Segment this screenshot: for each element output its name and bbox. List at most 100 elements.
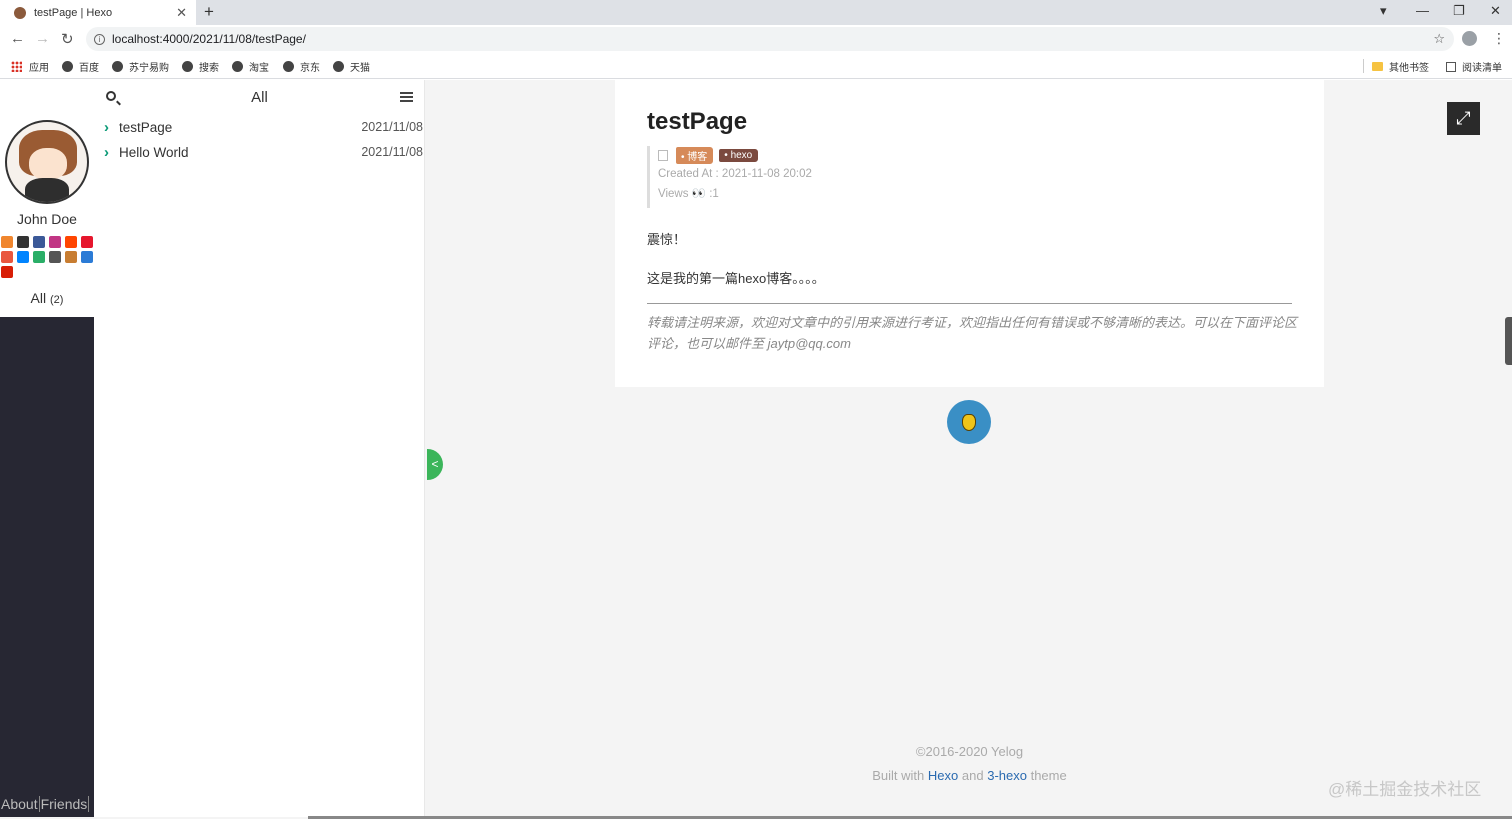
bookmark-label: 应用 — [29, 63, 49, 74]
social-icon[interactable] — [17, 236, 29, 248]
social-icon[interactable] — [1, 266, 13, 278]
watermark: @稀土掘金技术社区 — [1328, 780, 1482, 799]
chevron-right-icon: › — [104, 144, 109, 161]
tab-search-icon[interactable]: ▾ — [1380, 3, 1387, 19]
article-paragraph: 这是我的第一篇hexo博客。。。。 — [647, 271, 825, 286]
globe-icon — [283, 61, 294, 72]
social-icon[interactable] — [49, 236, 61, 248]
tag-icon — [658, 149, 668, 161]
post-date: 2021/11/08 — [361, 120, 423, 134]
author-name: John Doe — [17, 211, 77, 227]
views-line: Views 👀 :1 — [658, 184, 812, 204]
bookmark-suning[interactable]: 苏宁易购 — [112, 59, 169, 74]
tag-blog[interactable]: • 博客 — [676, 146, 714, 164]
social-icon[interactable] — [65, 236, 77, 248]
bookmark-label: 京东 — [300, 63, 320, 74]
toggle-panel-button[interactable]: < — [427, 449, 443, 480]
other-bookmarks-label: 其他书签 — [1389, 63, 1429, 74]
social-icon[interactable] — [17, 251, 29, 263]
social-icon[interactable] — [1, 236, 13, 248]
footer-copyright: ©2016-2020 Yelog — [915, 744, 1024, 759]
bookmark-taobao[interactable]: 淘宝 — [232, 59, 269, 74]
social-icon[interactable] — [81, 236, 93, 248]
social-icon[interactable] — [65, 251, 77, 263]
globe-icon — [182, 61, 193, 72]
eyes-icon: 👀 — [691, 188, 706, 200]
article-paragraph: 震惊！ — [647, 232, 687, 247]
post-list-item[interactable]: › testPage 2021/11/08 — [94, 119, 425, 139]
bookmark-jd[interactable]: 京东 — [283, 59, 320, 74]
bookmark-label: 苏宁易购 — [129, 63, 169, 74]
left-sidebar: John Doe All (2) About Friends — [0, 80, 94, 817]
restore-icon[interactable]: ❐ — [1453, 3, 1465, 19]
friends-link[interactable]: Friends — [40, 796, 90, 812]
social-links — [0, 236, 94, 278]
avatar[interactable] — [5, 120, 89, 204]
bookmark-label: 搜索 — [199, 63, 219, 74]
social-icon[interactable] — [33, 236, 45, 248]
tag-list: • 博客 • hexo — [658, 146, 812, 164]
list-view-icon[interactable] — [400, 92, 413, 102]
bookmark-baidu[interactable]: 百度 — [62, 59, 99, 74]
post-title[interactable]: Hello World — [119, 145, 189, 160]
social-icon[interactable] — [49, 251, 61, 263]
social-icon[interactable] — [1, 251, 13, 263]
social-icon[interactable] — [81, 251, 93, 263]
reward-button[interactable] — [947, 400, 991, 444]
social-icon[interactable] — [33, 251, 45, 263]
article-meta: • 博客 • hexo Created At : 2021-11-08 20:0… — [647, 146, 812, 208]
bookmark-tmall[interactable]: 天猫 — [333, 59, 370, 74]
tag-hexo[interactable]: • hexo — [719, 148, 759, 162]
hexo-link[interactable]: Hexo — [928, 768, 958, 783]
other-bookmarks[interactable]: 其他书签 — [1372, 59, 1429, 74]
footer-text: and — [961, 768, 984, 783]
post-list-item[interactable]: › Hello World 2021/11/08 — [94, 144, 425, 164]
address-bar[interactable]: i localhost:4000/2021/11/08/testPage/ ☆ — [86, 27, 1454, 51]
bookmark-apps[interactable]: 应用 — [11, 59, 49, 74]
tag-label: hexo — [730, 149, 753, 161]
category-all[interactable]: All (2) — [0, 290, 94, 306]
back-arrow-icon[interactable]: ← — [10, 30, 25, 47]
window-close-icon[interactable]: ✕ — [1490, 3, 1501, 19]
about-link[interactable]: About — [0, 796, 40, 812]
category-all-count: (2) — [50, 294, 64, 306]
post-list-panel: All › testPage 2021/11/08 › Hello World … — [94, 80, 425, 817]
profile-avatar-icon[interactable] — [1462, 31, 1477, 46]
reading-list[interactable]: 阅读清单 — [1446, 59, 1502, 74]
globe-icon — [112, 61, 123, 72]
reading-list-icon — [1446, 61, 1456, 72]
footer-text: theme — [1030, 768, 1067, 783]
bookmark-search[interactable]: 搜索 — [182, 59, 219, 74]
bookmark-star-icon[interactable]: ☆ — [1433, 31, 1445, 47]
folder-icon — [1372, 62, 1383, 71]
scrollbar-handle[interactable] — [1505, 317, 1512, 365]
close-tab-icon[interactable]: ✕ — [176, 5, 187, 21]
menu-kebab-icon[interactable]: ⋮ — [1492, 30, 1506, 47]
url-text[interactable]: localhost:4000/2021/11/08/testPage/ — [112, 32, 306, 46]
reload-icon[interactable]: ↻ — [61, 30, 74, 48]
bookmarks-bar: 应用 百度 苏宁易购 搜索 淘宝 京东 天猫 其他书签 阅读清单 — [0, 53, 1512, 79]
blog-page: John Doe All (2) About Friends All › tes… — [0, 80, 1512, 819]
site-info-icon[interactable]: i — [94, 33, 105, 45]
minimize-icon[interactable]: — — [1416, 3, 1429, 18]
article-title: testPage — [647, 108, 748, 135]
avatar-face — [29, 148, 67, 180]
new-tab-button[interactable]: + — [204, 2, 214, 22]
browser-tab-bar: testPage | Hexo ✕ + ▾ — ❐ ✕ — [0, 0, 1512, 25]
forward-arrow-icon[interactable]: → — [35, 30, 50, 47]
profile-card: John Doe All (2) — [0, 80, 94, 317]
views-label: Views — [658, 188, 689, 200]
browser-toolbar: ← → ↻ i localhost:4000/2021/11/08/testPa… — [0, 25, 1512, 53]
theme-link[interactable]: 3-hexo — [987, 768, 1027, 783]
copyright-notice: 转载请注明来源，欢迎对文章中的引用来源进行考证，欢迎指出任何有错误或不够清晰的表… — [647, 315, 1298, 351]
fullscreen-button[interactable]: ⤢ — [1447, 102, 1480, 135]
avatar-body — [25, 178, 69, 202]
views-count: :1 — [709, 188, 719, 200]
reading-list-label: 阅读清单 — [1462, 63, 1502, 74]
category-all-label: All — [30, 290, 47, 306]
post-title[interactable]: testPage — [119, 120, 172, 135]
browser-tab[interactable]: testPage | Hexo ✕ — [0, 0, 196, 25]
chevron-right-icon: › — [104, 119, 109, 136]
tab-title: testPage | Hexo — [34, 6, 113, 19]
bookmark-label: 百度 — [79, 63, 99, 74]
